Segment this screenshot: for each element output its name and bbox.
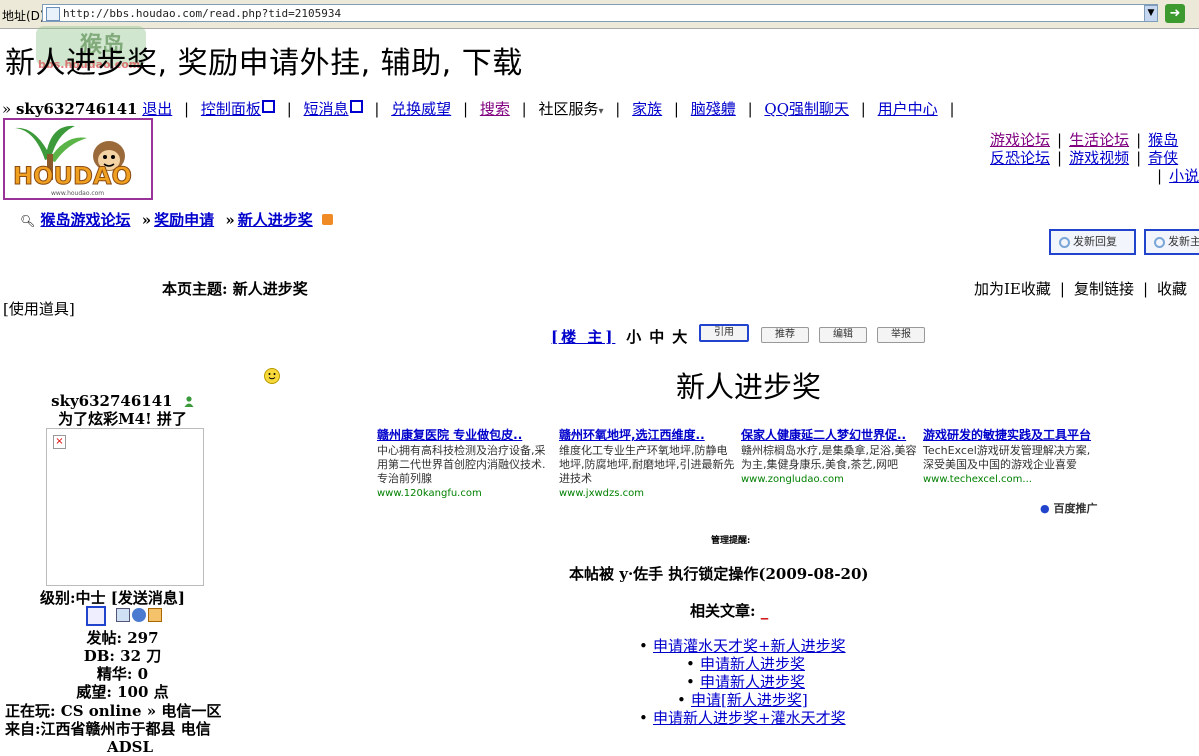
game-forum-link[interactable]: 游戏论坛 (990, 131, 1050, 149)
site-logo[interactable]: HOUDAO www.houdao.com (3, 118, 153, 200)
game-video-link[interactable]: 游戏视频 (1069, 149, 1129, 167)
popup-square-icon (261, 100, 275, 113)
post-title: 新人进步奖 (676, 370, 822, 404)
recommend-button[interactable]: 推荐 (761, 327, 809, 343)
naocanti-link[interactable]: 脑殘軆 (691, 100, 736, 118)
avatar: × (46, 428, 204, 586)
send-message-link[interactable]: [发送消息] (111, 589, 185, 607)
author-username[interactable]: sky632746141 (51, 392, 173, 410)
houdao-logo-icon: HOUDAO www.houdao.com (13, 125, 132, 197)
ad-item[interactable]: 赣州康复医院 专业做包皮.. 中心拥有高科技检测及治疗设备,采用第二代世界首创腔… (377, 428, 555, 499)
new-topic-icon (1154, 237, 1165, 248)
baidu-promo[interactable]: ● 百度推广 (1040, 500, 1097, 516)
author-level: 级别:中士 [发送消息] (40, 589, 185, 607)
new-reply-button[interactable]: 发新回复 (1049, 229, 1136, 255)
control-panel-link[interactable]: 控制面板 (201, 100, 275, 118)
collect-link[interactable]: 收藏 (1157, 280, 1187, 298)
popup-square-icon (349, 100, 363, 113)
topic-label: 本页主题: (162, 280, 228, 298)
topic-line: 本页主题: 新人进步奖 (162, 278, 308, 299)
add-ie-favorite[interactable]: 加为IE收藏 (974, 280, 1051, 298)
lock-note: 本帖被 y·佐手 执行锁定操作(2009-08-20) (569, 565, 869, 583)
post-controls: [楼 主] 小中大 (551, 326, 695, 347)
user-center-link[interactable]: 用户中心 (878, 100, 938, 118)
ad-item[interactable]: 赣州环氧地坪,选江西维度.. 维度化工专业生产环氧地坪,防静电地坪,防腐地坪,耐… (559, 428, 737, 499)
use-tools-link[interactable]: [使用道具] (3, 298, 75, 319)
related-heading: 相关文章: _ (690, 602, 769, 620)
exchange-prestige-link[interactable]: 兑换威望 (391, 100, 451, 118)
life-forum-link[interactable]: 生活论坛 (1069, 131, 1129, 149)
author-name-row: sky632746141 (0, 392, 245, 410)
notepad-icon[interactable] (116, 608, 130, 622)
go-button[interactable]: ➜ (1165, 4, 1185, 23)
messages-link[interactable]: 短消息 (304, 100, 363, 118)
author-location: 来自:江西省赣州市于都县 电信 ADSL (5, 720, 211, 756)
smiley-icon (264, 368, 280, 384)
breadcrumb: 🔍︎ 猴岛游戏论坛 » 奖励申请 » 新人进步奖 (20, 209, 333, 230)
ad-item[interactable]: 游戏研发的敏捷实践及工具平台 TechExcel游戏研发管理解决方案,深受美国及… (923, 428, 1101, 485)
broken-image-icon: × (53, 435, 66, 449)
houdao-link[interactable]: 猴岛 (1148, 131, 1178, 149)
favorite-links: 加为IE收藏 | 复制链接 | 收藏 (974, 280, 1188, 298)
family-link[interactable]: 家族 (632, 100, 662, 118)
online-user-icon (184, 393, 194, 407)
reply-icon (1059, 237, 1070, 248)
profile-card-icon[interactable] (86, 606, 106, 626)
community-services-menu[interactable]: 社区服务▾ (538, 100, 603, 118)
breadcrumb-forum[interactable]: 猴岛游戏论坛 (40, 211, 130, 229)
address-bar: 地址(D) http://bbs.houdao.com/read.php?tid… (0, 0, 1199, 29)
floor-link[interactable]: [楼 主] (551, 328, 615, 346)
quote-button[interactable]: 引用 (699, 324, 749, 342)
chevron-down-icon: ▾ (598, 106, 604, 117)
rss-icon[interactable] (321, 214, 333, 225)
currently-playing: 正在玩: CS online » 电信一区 (5, 702, 222, 720)
list-item: 申请灌水天才奖+新人进步奖 (639, 637, 846, 655)
list-item: 申请[新人进步奖] (677, 691, 884, 709)
paw-icon: ● (1040, 502, 1050, 515)
copy-link[interactable]: 复制链接 (1074, 280, 1134, 298)
address-input[interactable]: http://bbs.houdao.com/read.php?tid=21059… (42, 4, 1158, 22)
topic-value: 新人进步奖 (232, 280, 308, 298)
author-profile: sky632746141 为了炫彩M4! 拼了 (0, 392, 245, 428)
page-icon (46, 7, 60, 21)
address-dropdown-button[interactable]: ▼ (1144, 5, 1158, 22)
current-username: sky632746141 (15, 100, 138, 118)
logout-link[interactable]: 退出 (142, 100, 172, 118)
page-title: 新人进步奖, 奖励申请外挂, 辅助, 下载 (5, 46, 523, 81)
site-links: 游戏论坛 | 生活论坛 | 猴岛 反恐论坛 | 游戏视频 | 奇侠 | 小说 (990, 131, 1199, 185)
qq-chat-link[interactable]: QQ强制聊天 (764, 100, 849, 118)
mail-icon[interactable] (148, 608, 162, 622)
essence-count: 精华: 0 (96, 665, 149, 683)
font-size-options[interactable]: 小中大 (626, 328, 695, 346)
add-friend-icon[interactable] (132, 608, 146, 622)
cs-forum-link[interactable]: 反恐论坛 (990, 149, 1050, 167)
author-stats: 发帖: 297 DB: 32 刀 精华: 0 威望: 100 点 (0, 629, 245, 701)
report-button[interactable]: 举报 (877, 327, 925, 343)
author-signature: 为了炫彩M4! 拼了 (58, 410, 187, 428)
search-link[interactable]: 搜索 (480, 100, 510, 118)
ad-item[interactable]: 保家人健康延二人梦幻世界促.. 赣州棕榈岛水疗,是集桑拿,足浴,美容为主,集健身… (741, 428, 919, 485)
edit-button[interactable]: 编辑 (819, 327, 867, 343)
post-count: 发帖: 297 (86, 629, 159, 647)
related-articles: 申请灌水天才奖+新人进步奖 申请新人进步奖 申请新人进步奖 申请[新人进步奖] … (636, 637, 846, 727)
breadcrumb-topic[interactable]: 新人进步奖 (238, 211, 313, 229)
qixia-link[interactable]: 奇侠 (1148, 149, 1178, 167)
svg-text:HOUDAO: HOUDAO (13, 162, 132, 190)
user-nav: » sky632746141 退出 | 控制面板 | 短消息 | 兑换威望 | … (2, 100, 955, 118)
new-topic-button[interactable]: 发新主 (1144, 229, 1199, 255)
list-item: 申请新人进步奖 (686, 673, 893, 691)
level-value: 中士 (75, 589, 106, 607)
prestige-count: 威望: 100 点 (76, 683, 169, 701)
novel-link[interactable]: 小说 (1169, 167, 1199, 185)
db-count: DB: 32 刀 (83, 647, 162, 665)
breadcrumb-category[interactable]: 奖励申请 (154, 211, 214, 229)
search-icon: 🔍︎ (20, 214, 36, 228)
svg-text:www.houdao.com: www.houdao.com (51, 190, 104, 197)
list-item: 申请新人进步奖+灌水天才奖 (639, 709, 846, 727)
admin-note: 管理提醒: (711, 536, 751, 546)
nav-prefix: » (2, 100, 12, 118)
list-item: 申请新人进步奖 (686, 655, 893, 673)
